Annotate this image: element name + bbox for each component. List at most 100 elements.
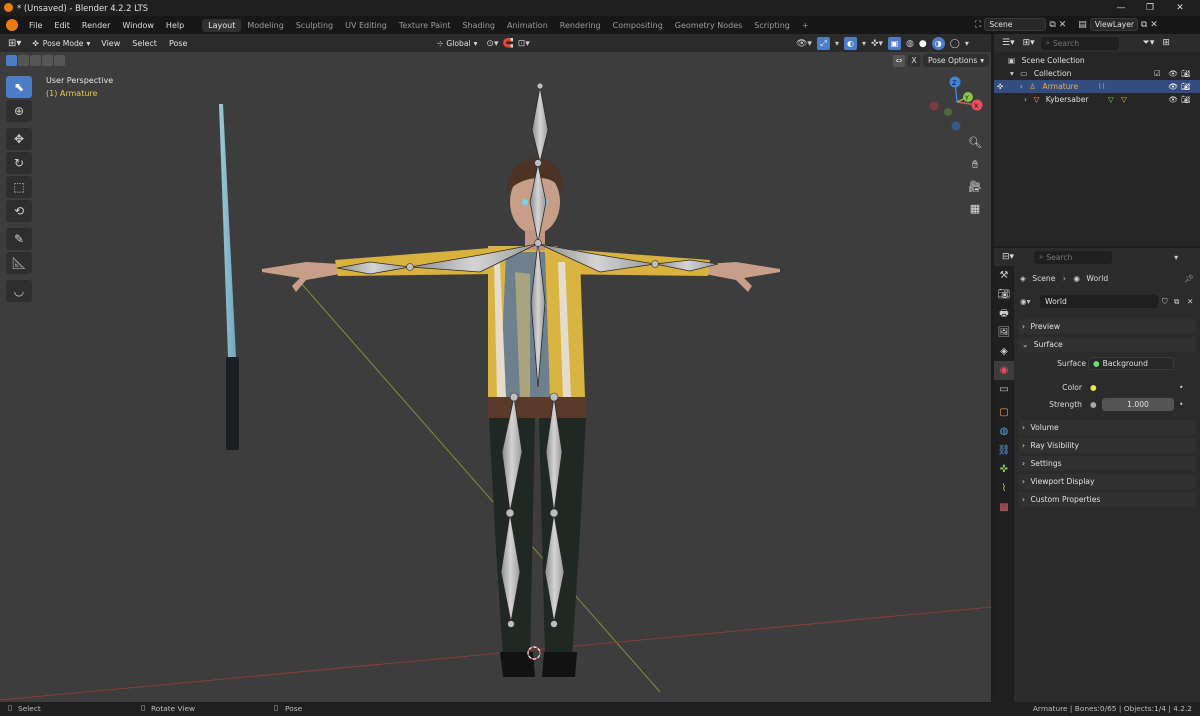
tab-compositing[interactable]: Compositing [607,19,669,32]
scale-tool-icon[interactable]: ⬚ [6,176,32,198]
unlink-icon[interactable]: ✕ [1187,295,1193,309]
annotate-tool-icon[interactable]: ✎ [6,228,32,250]
camera-icon[interactable]: 📷︎ [1181,93,1191,106]
tab-shading[interactable]: Shading [456,19,501,32]
keyframe-dot-icon[interactable]: • [1179,398,1183,412]
view-layer-icon[interactable]: ▤ [1078,20,1087,30]
tab-texture-paint[interactable]: Texture Paint [393,19,457,32]
pivot-point-icon[interactable]: ⊙▾ [486,39,498,49]
filter-icon[interactable]: ⏷▾ [1143,38,1155,48]
tab-uv-editing[interactable]: UV Editing [339,19,393,32]
rotate-tool-icon[interactable]: ↻ [6,152,32,174]
object-tab-icon[interactable]: ▢ [994,403,1014,422]
menu-help[interactable]: Help [160,21,190,30]
duplicate-icon[interactable]: ⧉ [1174,295,1179,309]
select-subtract-icon[interactable] [30,55,41,66]
outliner-editor-type-icon[interactable]: ☰▾ [1002,38,1015,48]
keyframe-dot-icon[interactable]: • [1179,381,1183,395]
properties-editor-type-icon[interactable]: ⊟▾ [1002,252,1014,262]
chevron-down-icon[interactable]: ▾ [1174,253,1178,262]
constraints-tab-icon[interactable]: ⛓︎ [994,441,1014,460]
eye-icon[interactable]: 👁︎ [1168,67,1178,80]
outliner-row-collection[interactable]: ▾ ▭ Collection ☑ 👁︎ 📷︎ [994,67,1200,80]
select-intersect-icon[interactable] [54,55,65,66]
chevron-right-icon[interactable]: › [1020,82,1023,91]
delete-view-layer-icon[interactable]: ✕ [1150,20,1158,30]
overlays-dropdown-icon[interactable]: ▾ [862,39,866,48]
panel-settings[interactable]: › Settings [1018,456,1196,471]
select-invert-icon[interactable] [42,55,53,66]
transform-tool-icon[interactable]: ⟲ [6,200,32,222]
measure-tool-icon[interactable]: 📐︎ [6,252,32,274]
menu-window[interactable]: Window [116,21,160,30]
tab-modeling[interactable]: Modeling [241,19,289,32]
add-workspace-button[interactable]: + [796,19,815,32]
gizmo-dropdown-icon[interactable]: ▾ [835,39,839,48]
tab-geometry-nodes[interactable]: Geometry Nodes [669,19,748,32]
blender-menu-icon[interactable] [6,19,18,31]
menu-pose[interactable]: Pose [163,39,194,48]
scene-icon[interactable]: ⛶ [975,20,981,30]
relax-pose-tool-icon[interactable]: ◡ [6,280,32,302]
chevron-right-icon[interactable]: › [1024,95,1027,104]
scene-tab-icon[interactable]: ◈ [994,342,1014,361]
shading-wireframe-icon[interactable]: ◍ [906,39,914,49]
menu-select[interactable]: Select [126,39,163,48]
new-view-layer-icon[interactable]: ⧉ [1141,20,1147,30]
checkbox-icon[interactable]: ☑ [1154,67,1161,80]
move-tool-icon[interactable]: ✥ [6,128,32,150]
output-tab-icon[interactable]: 🖶︎ [994,304,1014,323]
menu-view[interactable]: View [95,39,126,48]
panel-viewport-display[interactable]: › Viewport Display [1018,474,1196,489]
object-data-tab-icon[interactable]: ✜ [994,460,1014,479]
world-tab-icon[interactable]: ◉ [994,361,1014,380]
pose-mirror-x-toggle[interactable]: X [908,54,920,67]
tab-rendering[interactable]: Rendering [554,19,607,32]
close-icon[interactable]: ✕ [1166,0,1194,16]
physics-tab-icon[interactable]: ◍ [994,422,1014,441]
panel-ray-visibility[interactable]: › Ray Visibility [1018,438,1196,453]
tool-tab-icon[interactable]: ⚒ [994,266,1014,285]
bone-tab-icon[interactable]: ⌇ [994,479,1014,498]
collection-tab-icon[interactable]: ▭ [994,380,1014,399]
snap-target-icon[interactable]: ⊡▾ [518,39,530,49]
view-layer-selector[interactable]: ViewLayer [1089,18,1138,31]
tab-sculpting[interactable]: Sculpting [290,19,339,32]
overlays-toggle-icon[interactable]: ◐ [843,37,857,50]
shading-material-icon[interactable]: ◑ [931,37,945,50]
zoom-icon[interactable]: 🔍︎ [965,136,985,158]
maximize-icon[interactable]: ❐ [1136,0,1164,16]
xray-icon[interactable]: ▣ [888,37,902,50]
pin-icon[interactable]: 📌︎ [1184,272,1194,286]
select-new-icon[interactable] [6,55,17,66]
transform-orientation-selector[interactable]: ⊹ Global ▾ [432,37,483,50]
select-extend-icon[interactable] [18,55,29,66]
scene-selector[interactable]: Scene [984,18,1047,31]
eye-icon[interactable]: 👁︎ [1168,93,1178,106]
strength-socket-icon[interactable]: ● [1090,398,1097,412]
menu-file[interactable]: File [23,21,48,30]
view-layer-tab-icon[interactable]: 🖼︎ [994,323,1014,342]
properties-search-input[interactable]: ⌕ Search [1034,250,1113,264]
outliner-row-scene-collection[interactable]: ▣ Scene Collection [994,54,1200,67]
cursor-tool-icon[interactable]: ⊕ [6,100,32,122]
select-box-tool-icon[interactable]: ⬉ [6,76,32,98]
display-mode-icon[interactable]: ⊞▾ [1023,38,1035,48]
snap-icon[interactable]: 🧲 [502,39,513,49]
texture-tab-icon[interactable]: ▩ [994,498,1014,517]
tab-animation[interactable]: Animation [501,19,554,32]
minimize-icon[interactable]: — [1107,0,1135,16]
surface-shader-field[interactable]: ● Background [1088,357,1174,370]
color-swatch[interactable] [1102,382,1174,394]
shading-solid-icon[interactable]: ● [919,39,927,49]
tab-layout[interactable]: Layout [202,18,242,32]
color-socket-icon[interactable]: ● [1090,381,1097,395]
eye-icon[interactable]: 👁︎ [1168,80,1178,93]
camera-icon[interactable]: 📷︎ [1181,67,1191,80]
tab-scripting[interactable]: Scripting [748,19,796,32]
panel-surface[interactable]: ⌄ Surface [1018,337,1196,352]
bone-overlay-icon[interactable]: ✜▾ [871,39,883,49]
shading-rendered-icon[interactable]: ◯ [950,39,960,49]
editor-type-icon[interactable]: ⊞▾ [8,38,21,49]
gizmo-toggle-icon[interactable]: ⤢ [816,37,830,50]
